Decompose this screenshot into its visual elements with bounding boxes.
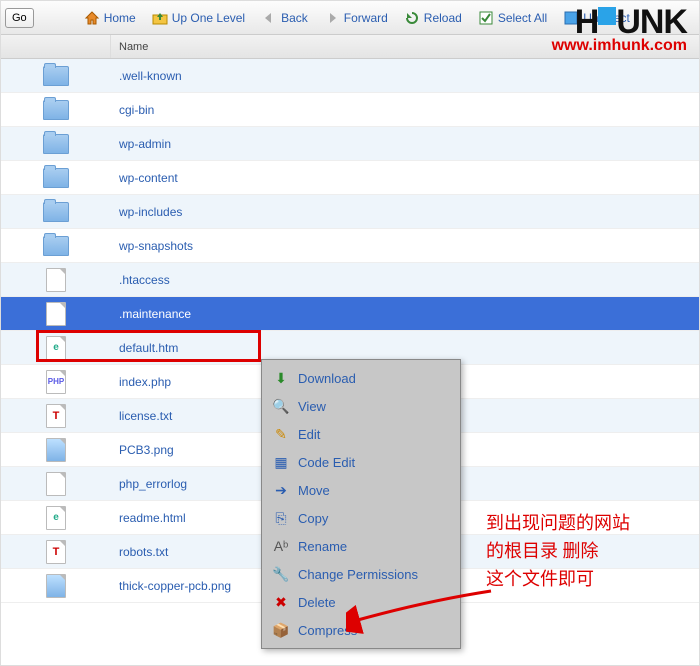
- column-icon-header: [1, 35, 111, 58]
- reload-label: Reload: [424, 11, 462, 25]
- file-type-icon: [1, 134, 111, 154]
- delete-menu-item[interactable]: ✖ Delete: [268, 588, 454, 616]
- permissions-menu-item[interactable]: 🔧 Change Permissions: [268, 560, 454, 588]
- annotation-line-1: 到出现问题的网站: [486, 509, 630, 537]
- annotation-line-3: 这个文件即可: [486, 565, 630, 593]
- menu-item-label: Rename: [298, 539, 347, 554]
- watermark-url: www.imhunk.com: [552, 37, 687, 55]
- file-type-icon: [1, 574, 111, 598]
- view-menu-item[interactable]: 🔍 View: [268, 392, 454, 420]
- table-row[interactable]: wp-admin: [1, 127, 699, 161]
- file-type-icon: T: [1, 540, 111, 564]
- file-name: .htaccess: [111, 273, 699, 287]
- view-icon: 🔍: [272, 397, 290, 415]
- menu-item-label: Move: [298, 483, 330, 498]
- forward-icon: [324, 10, 340, 26]
- file-name: wp-content: [111, 171, 699, 185]
- file-type-icon: [1, 236, 111, 256]
- select-all-icon: [478, 10, 494, 26]
- table-row[interactable]: .htaccess: [1, 263, 699, 297]
- move-menu-item[interactable]: ➔ Move: [268, 476, 454, 504]
- select-all-label: Select All: [498, 11, 547, 25]
- move-icon: ➔: [272, 481, 290, 499]
- rename-menu-item[interactable]: Aᵇ Rename: [268, 532, 454, 560]
- menu-item-label: Compress: [298, 623, 357, 638]
- file-type-icon: e: [1, 506, 111, 530]
- folder-up-icon: [152, 10, 168, 26]
- delete-icon: ✖: [272, 593, 290, 611]
- file-type-icon: [1, 438, 111, 462]
- home-label: Home: [104, 11, 136, 25]
- forward-label: Forward: [344, 11, 388, 25]
- file-type-icon: [1, 168, 111, 188]
- logo-square-icon: [598, 7, 616, 25]
- file-type-icon: [1, 100, 111, 120]
- annotation-line-2: 的根目录 删除: [486, 537, 630, 565]
- permissions-icon: 🔧: [272, 565, 290, 583]
- table-row[interactable]: .well-known: [1, 59, 699, 93]
- home-icon: [84, 10, 100, 26]
- compress-icon: 📦: [272, 621, 290, 639]
- compress-menu-item[interactable]: 📦 Compress: [268, 616, 454, 644]
- home-button[interactable]: Home: [78, 6, 142, 30]
- copy-icon: ⎘: [272, 509, 290, 527]
- go-button[interactable]: Go: [5, 8, 34, 28]
- menu-item-label: Edit: [298, 427, 320, 442]
- forward-button[interactable]: Forward: [318, 6, 394, 30]
- edit-icon: ✎: [272, 425, 290, 443]
- file-type-icon: PHP: [1, 370, 111, 394]
- context-menu: ⬇ Download 🔍 View ✎ Edit ▦ Code Edit ➔ Move ⎘ Copy A…: [261, 359, 461, 649]
- copy-menu-item[interactable]: ⎘ Copy: [268, 504, 454, 532]
- annotation-text: 到出现问题的网站 的根目录 删除 这个文件即可: [486, 509, 630, 593]
- menu-item-label: Download: [298, 371, 356, 386]
- menu-item-label: Change Permissions: [298, 567, 418, 582]
- menu-item-label: Code Edit: [298, 455, 355, 470]
- file-name: .maintenance: [111, 307, 699, 321]
- code-edit-menu-item[interactable]: ▦ Code Edit: [268, 448, 454, 476]
- reload-button[interactable]: Reload: [398, 6, 468, 30]
- up-label: Up One Level: [172, 11, 245, 25]
- select-all-button[interactable]: Select All: [472, 6, 553, 30]
- code-edit-icon: ▦: [272, 453, 290, 471]
- table-row[interactable]: .maintenance: [1, 297, 699, 331]
- file-name: default.htm: [111, 341, 699, 355]
- reload-icon: [404, 10, 420, 26]
- back-label: Back: [281, 11, 308, 25]
- table-row[interactable]: wp-snapshots: [1, 229, 699, 263]
- file-name: wp-admin: [111, 137, 699, 151]
- edit-menu-item[interactable]: ✎ Edit: [268, 420, 454, 448]
- file-type-icon: [1, 268, 111, 292]
- table-row[interactable]: cgi-bin: [1, 93, 699, 127]
- file-type-icon: e: [1, 336, 111, 360]
- file-type-icon: [1, 302, 111, 326]
- file-name: wp-includes: [111, 205, 699, 219]
- file-type-icon: [1, 472, 111, 496]
- download-icon: ⬇: [272, 369, 290, 387]
- back-button[interactable]: Back: [255, 6, 314, 30]
- file-type-icon: [1, 202, 111, 222]
- file-name: .well-known: [111, 69, 699, 83]
- menu-item-label: Copy: [298, 511, 328, 526]
- file-name: wp-snapshots: [111, 239, 699, 253]
- file-type-icon: T: [1, 404, 111, 428]
- table-row[interactable]: wp-includes: [1, 195, 699, 229]
- menu-item-label: View: [298, 399, 326, 414]
- file-type-icon: [1, 66, 111, 86]
- table-row[interactable]: wp-content: [1, 161, 699, 195]
- menu-item-label: Delete: [298, 595, 336, 610]
- back-icon: [261, 10, 277, 26]
- up-one-level-button[interactable]: Up One Level: [146, 6, 251, 30]
- file-name: cgi-bin: [111, 103, 699, 117]
- download-menu-item[interactable]: ⬇ Download: [268, 364, 454, 392]
- rename-icon: Aᵇ: [272, 537, 290, 555]
